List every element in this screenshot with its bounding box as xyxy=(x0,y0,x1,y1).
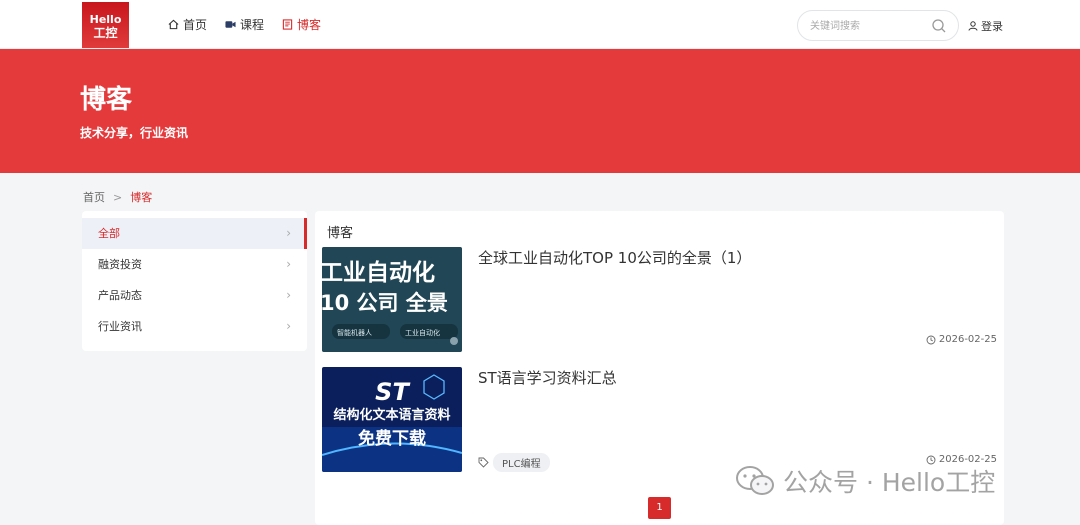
article-tags: PLC编程 xyxy=(478,453,550,472)
thumb-line2: 10 公司 全景 xyxy=(322,291,448,315)
chevron-right-icon: › xyxy=(286,288,291,302)
watermark-text: 公众号 · Hello工控 xyxy=(783,468,996,497)
thumb-line3: 免费下载 xyxy=(358,428,426,449)
sidebar-item-industry-news[interactable]: 行业资讯 › xyxy=(82,311,307,342)
article-tag[interactable]: PLC编程 xyxy=(493,453,550,472)
pagination-page-1[interactable]: 1 xyxy=(648,497,671,519)
thumb-line1: ST xyxy=(375,378,410,406)
page-banner: 博客 技术分享，行业资讯 xyxy=(0,49,1080,173)
thumb-line1: 工业自动化 xyxy=(322,259,435,286)
top-header: Hello 工控 首页 课程 博客 登录 xyxy=(0,0,1080,49)
banner-subtitle: 技术分享，行业资讯 xyxy=(80,126,189,140)
search-input[interactable] xyxy=(810,18,925,34)
nav-blog[interactable]: 博客 xyxy=(282,16,321,33)
watermark: 公众号 · Hello工控 xyxy=(735,463,995,499)
sidebar-item-product-news[interactable]: 产品动态 › xyxy=(82,280,307,311)
thumb-chip2: 工业自动化 xyxy=(405,328,440,337)
article-card[interactable]: ST 结构化文本语言资料 免费下载 ST语言学习资料汇总 PLC编程 2026-… xyxy=(322,367,997,472)
main-nav: 首页 课程 博客 xyxy=(168,16,321,33)
chevron-right-icon: › xyxy=(286,257,291,271)
sidebar-item-label: 融资投资 xyxy=(98,258,142,271)
category-sidebar: 全部 › 融资投资 › 产品动态 › 行业资讯 › xyxy=(82,211,307,351)
nav-course[interactable]: 课程 xyxy=(225,16,264,33)
book-icon xyxy=(282,19,293,30)
thumbnail-image: 工业自动化 10 公司 全景 智能机器人 工业自动化 xyxy=(322,247,462,352)
clock-icon xyxy=(926,335,936,344)
sidebar-item-label: 产品动态 xyxy=(98,289,142,302)
breadcrumb: 首页 > 博客 xyxy=(83,189,152,205)
search-icon[interactable] xyxy=(931,18,947,34)
tag-icon xyxy=(478,457,489,468)
user-icon xyxy=(968,21,978,31)
sidebar-item-label: 全部 xyxy=(98,227,120,240)
section-title: 博客 xyxy=(327,226,354,241)
home-icon xyxy=(168,19,179,30)
breadcrumb-home[interactable]: 首页 xyxy=(83,189,105,205)
search-box xyxy=(797,10,959,41)
article-thumbnail[interactable]: ST 结构化文本语言资料 免费下载 xyxy=(322,367,462,472)
article-card[interactable]: 工业自动化 10 公司 全景 智能机器人 工业自动化 全球工业自动化TOP 10… xyxy=(322,247,997,352)
video-icon xyxy=(225,21,236,28)
thumb-line2: 结构化文本语言资料 xyxy=(333,407,450,423)
sidebar-item-investment[interactable]: 融资投资 › xyxy=(82,249,307,280)
article-thumbnail[interactable]: 工业自动化 10 公司 全景 智能机器人 工业自动化 xyxy=(322,247,462,352)
nav-home[interactable]: 首页 xyxy=(168,16,207,33)
site-logo[interactable]: Hello 工控 xyxy=(82,2,129,48)
logo-line2: 工控 xyxy=(93,26,118,40)
article-date-text: 2026-02-25 xyxy=(938,334,997,345)
logo-line1: Hello xyxy=(89,13,122,26)
login-link[interactable]: 登录 xyxy=(968,18,1003,34)
nav-blog-label: 博客 xyxy=(297,18,322,32)
thumbnail-image: ST 结构化文本语言资料 免费下载 xyxy=(322,367,462,472)
wechat-icon xyxy=(736,466,774,495)
nav-course-label: 课程 xyxy=(240,18,265,32)
chevron-right-icon: › xyxy=(286,319,291,333)
sidebar-item-all[interactable]: 全部 › xyxy=(82,218,307,249)
login-label: 登录 xyxy=(981,20,1003,33)
thumb-chip1: 智能机器人 xyxy=(337,328,372,337)
breadcrumb-current: 博客 xyxy=(130,191,153,204)
nav-home-label: 首页 xyxy=(183,18,208,32)
banner-title: 博客 xyxy=(80,85,133,115)
chevron-right-icon: › xyxy=(286,226,291,240)
article-title[interactable]: ST语言学习资料汇总 xyxy=(478,367,617,388)
article-title[interactable]: 全球工业自动化TOP 10公司的全景（1） xyxy=(478,247,751,268)
sidebar-item-label: 行业资讯 xyxy=(98,320,142,333)
article-date: 2026-02-25 xyxy=(926,334,997,345)
breadcrumb-separator: > xyxy=(113,190,123,204)
